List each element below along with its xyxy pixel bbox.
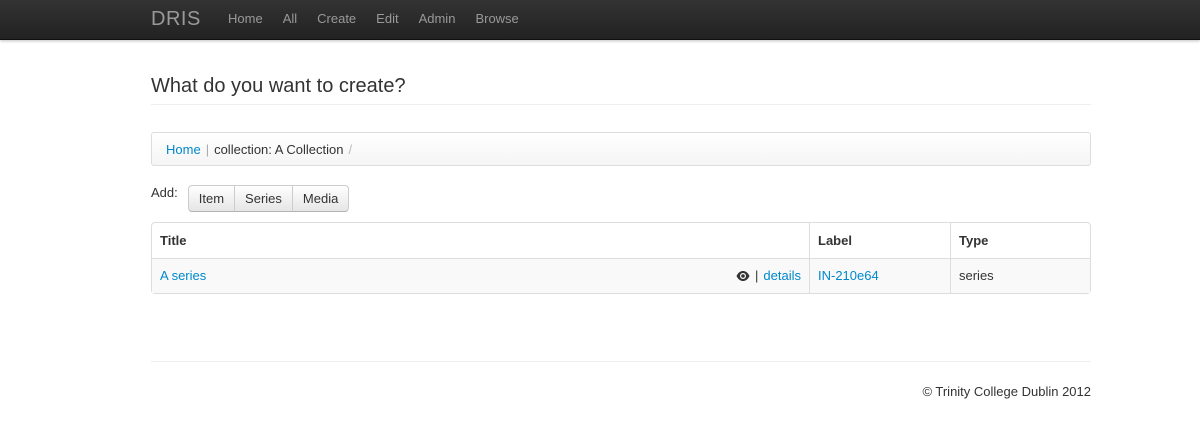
page-title: What do you want to create? <box>151 75 406 97</box>
top-navbar: DRIS Home All Create Edit Admin Browse <box>0 0 1200 40</box>
footer-copyright: © Trinity College Dublin 2012 <box>922 384 1091 399</box>
column-header-type: Type <box>950 223 1090 258</box>
nav-item-browse[interactable]: Browse <box>465 0 528 38</box>
table-header-row: Title Label Type <box>152 223 1090 258</box>
title-cell: A series | details <box>152 258 809 293</box>
label-cell: IN-210e64 <box>809 258 950 293</box>
type-cell: series <box>950 258 1090 293</box>
row-actions: | details <box>736 267 801 285</box>
add-button-group: Item Series Media <box>187 185 350 212</box>
add-toolbar: Add: Item Series Media <box>151 184 1091 212</box>
action-separator: | <box>755 268 759 283</box>
nav-item-all[interactable]: All <box>273 0 307 38</box>
brand-logo[interactable]: DRIS <box>151 8 201 30</box>
breadcrumb-divider: | <box>205 141 210 157</box>
nav-item-admin[interactable]: Admin <box>409 0 466 38</box>
eye-icon[interactable] <box>736 269 750 283</box>
add-series-button[interactable]: Series <box>234 185 293 212</box>
page-header: What do you want to create? <box>151 74 1091 105</box>
object-label-link[interactable]: IN-210e64 <box>818 268 879 283</box>
add-item-button[interactable]: Item <box>187 185 236 212</box>
object-title-link[interactable]: A series <box>160 268 206 283</box>
add-media-button[interactable]: Media <box>291 185 350 212</box>
breadcrumb-home-link[interactable]: Home <box>166 142 201 157</box>
nav-item-create[interactable]: Create <box>307 0 366 38</box>
objects-table: Title Label Type A series | details IN-2… <box>151 222 1091 294</box>
breadcrumb-trail: / <box>348 141 353 157</box>
main-nav: Home All Create Edit Admin Browse <box>218 0 529 40</box>
breadcrumb-current: collection: A Collection <box>214 141 344 157</box>
table-row: A series | details IN-210e64 series <box>152 258 1090 293</box>
column-header-label: Label <box>809 223 950 258</box>
breadcrumb: Home | collection: A Collection / <box>151 132 1091 166</box>
nav-item-edit[interactable]: Edit <box>366 0 408 38</box>
details-link[interactable]: details <box>763 267 801 285</box>
footer-divider <box>151 361 1091 362</box>
nav-item-home[interactable]: Home <box>218 0 273 38</box>
footer: © Trinity College Dublin 2012 <box>151 383 1091 401</box>
add-label: Add: <box>151 185 178 200</box>
column-header-title: Title <box>160 232 187 248</box>
